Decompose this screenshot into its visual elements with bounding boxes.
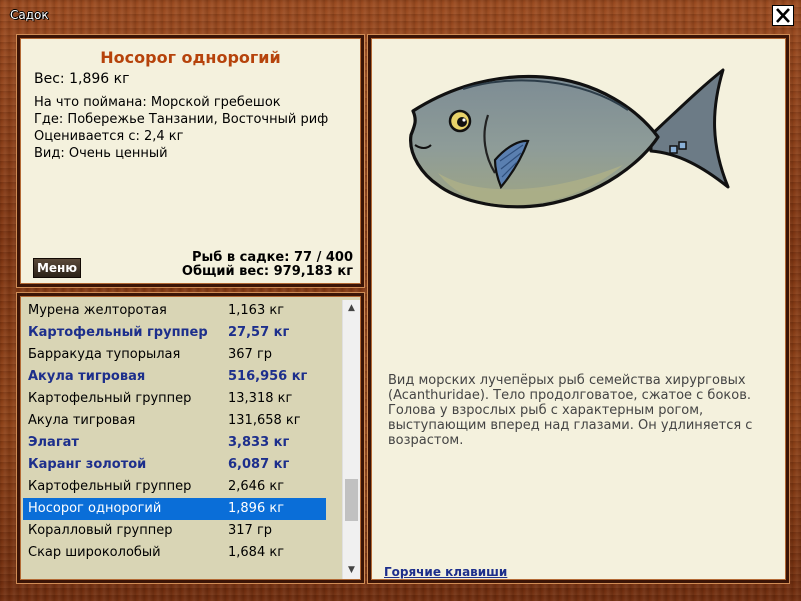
catch-list-item[interactable]: Картофельный группер 27,57 кг: [23, 322, 326, 344]
title-bar: Садок: [0, 0, 801, 30]
catch-list-item[interactable]: Акула тигровая 131,658 кг: [23, 410, 326, 432]
window-title: Садок: [10, 8, 49, 22]
catch-fish-name: Барракуда тупорылая: [28, 347, 181, 362]
catch-list-item[interactable]: Элагат 3,833 кг: [23, 432, 326, 454]
catch-fish-weight: 13,318 кг: [228, 391, 293, 406]
catch-fish-name: Коралловый группер: [28, 523, 173, 538]
catch-fish-name: Картофельный группер: [28, 325, 208, 340]
fish-description: Вид морских лучепёрых рыб семейства хиру…: [388, 373, 753, 448]
catch-fish-name: Мурена желторотая: [28, 303, 167, 318]
catch-fish-weight: 27,57 кг: [228, 325, 290, 340]
catch-list-item[interactable]: Мурена желторотая 1,163 кг: [23, 300, 326, 322]
catch-list: Мурена желторотая 1,163 кг Картофельный гр…: [23, 300, 326, 564]
species-line: Вид: Очень ценный: [34, 146, 168, 161]
catch-fish-weight: 131,658 кг: [228, 413, 301, 428]
catch-fish-name: Акула тигровая: [28, 369, 146, 384]
keepnet-stats: Рыб в садке: 77 / 400 Общий вес: 979,183…: [182, 251, 353, 279]
catch-fish-name: Носорог однорогий: [28, 501, 162, 516]
hotkeys-link[interactable]: Горячие клавиши: [384, 565, 507, 579]
fish-info-panel: Носорог однорогий Вес: 1,896 кг На что п…: [17, 35, 364, 287]
total-weight: Общий вес: 979,183 кг: [181, 264, 353, 279]
catch-fish-weight: 1,896 кг: [228, 501, 285, 516]
fish-name: Носорог однорогий: [100, 48, 281, 67]
close-icon: [776, 8, 790, 23]
bait-line: На что поймана: Морской гребешок: [34, 95, 281, 110]
catch-list-panel: Мурена желторотая 1,163 кг Картофельный гр…: [17, 293, 364, 583]
catch-fish-weight: 6,087 кг: [228, 457, 290, 472]
catch-list-item[interactable]: Картофельный группер 2,646 кг: [23, 476, 326, 498]
scroll-down-icon[interactable]: ▼: [343, 562, 360, 579]
catch-list-item[interactable]: Коралловый группер 317 гр: [23, 520, 326, 542]
fish-illustration: [409, 68, 730, 209]
catch-fish-name: Картофельный группер: [28, 391, 192, 406]
catch-fish-name: Элагат: [28, 435, 79, 450]
list-scrollbar[interactable]: ▲ ▼: [342, 300, 360, 579]
catch-list-item[interactable]: Барракуда тупорылая 367 гр: [23, 344, 326, 366]
scroll-up-icon[interactable]: ▲: [343, 300, 360, 317]
catch-fish-name: Акула тигровая: [28, 413, 136, 428]
catch-fish-weight: 317 гр: [228, 523, 273, 538]
estimate-line: Оценивается с: 2,4 кг: [34, 129, 184, 144]
catch-fish-weight: 3,833 кг: [228, 435, 290, 450]
catch-fish-weight: 367 гр: [228, 347, 273, 362]
catch-fish-weight: 1,684 кг: [228, 545, 285, 560]
catch-list-item[interactable]: Носорог однорогий 1,896 кг: [23, 498, 326, 520]
fish-weight: Вес: 1,896 кг: [34, 71, 130, 87]
close-button[interactable]: [772, 5, 794, 26]
catch-fish-name: Скар широколобый: [28, 545, 161, 560]
fish-detail-panel: Вид морских лучепёрых рыб семейства хиру…: [368, 35, 789, 583]
catch-list-item[interactable]: Каранг золотой 6,087 кг: [23, 454, 326, 476]
location-line: Где: Побережье Танзании, Восточный риф: [34, 112, 329, 127]
catch-fish-weight: 2,646 кг: [228, 479, 285, 494]
catch-list-item[interactable]: Картофельный группер 13,318 кг: [23, 388, 326, 410]
catch-list-item[interactable]: Скар широколобый 1,684 кг: [23, 542, 326, 564]
catch-list-item[interactable]: Акула тигровая 516,956 кг: [23, 366, 326, 388]
menu-button[interactable]: Меню: [33, 258, 81, 278]
catch-fish-weight: 1,163 кг: [228, 303, 285, 318]
catch-fish-name: Каранг золотой: [28, 457, 147, 472]
catch-fish-weight: 516,956 кг: [228, 369, 308, 384]
scroll-thumb[interactable]: [345, 479, 358, 521]
fish-count: Рыб в садке: 77 / 400: [191, 250, 353, 265]
catch-fish-name: Картофельный группер: [28, 479, 192, 494]
